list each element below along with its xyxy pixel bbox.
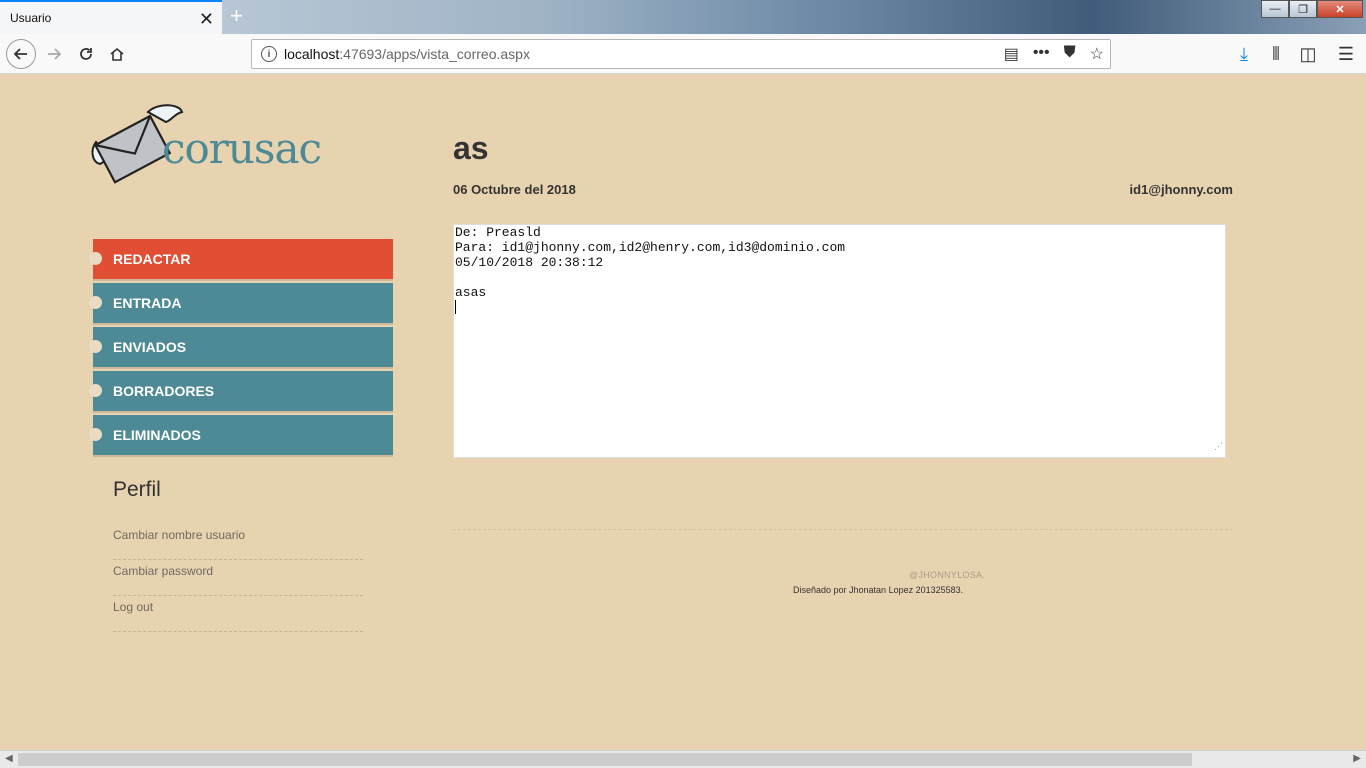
message-to-line: Para: id1@jhonny.com,id2@henry.com,id3@d… [455, 240, 846, 255]
tab-bar: Usuario ✕ + — ❐ ✕ [0, 0, 1366, 34]
url-host: localhost [284, 46, 340, 62]
minimize-icon[interactable]: — [1261, 0, 1289, 18]
menu-bullet [89, 428, 102, 441]
library-icon[interactable]: ⫴ [1264, 42, 1288, 66]
text-caret [455, 300, 456, 314]
menu-bullet [89, 296, 102, 309]
menu-bullet [89, 340, 102, 353]
info-icon[interactable]: i [261, 46, 277, 62]
change-password-link[interactable]: Cambiar password [113, 560, 363, 596]
text-caret-line [455, 300, 1224, 315]
menu-item-redactar[interactable]: REDACTAR [89, 239, 393, 279]
window-controls: — ❐ ✕ [1261, 0, 1363, 20]
menu-item-borradores[interactable]: BORRADORES [89, 371, 393, 411]
forward-arrow-icon[interactable] [42, 42, 66, 66]
footer-handle: @JHONNYLOSA. [909, 570, 986, 580]
message-from-line: De: Preasld [455, 225, 541, 240]
url-path: :47693/apps/vista_correo.aspx [339, 46, 530, 62]
message-subject: as [453, 130, 489, 166]
resize-grip-icon[interactable]: ⋰ [1214, 440, 1223, 455]
menu-item-enviados[interactable]: ENVIADOS [89, 327, 393, 367]
change-username-link[interactable]: Cambiar nombre usuario [113, 524, 363, 560]
new-tab-icon[interactable]: + [230, 3, 243, 29]
message-body-textarea[interactable]: De: Preasld Para: id1@jhonny.com,id2@hen… [453, 224, 1226, 458]
menu-item-label: ENTRADA [113, 295, 182, 311]
tab-title: Usuario [10, 11, 52, 25]
sidebar-icon[interactable]: ◫ [1296, 42, 1320, 66]
download-icon[interactable]: ⤓ [1232, 42, 1256, 66]
more-actions-icon[interactable]: ••• [1033, 44, 1050, 64]
footer-credit: Diseñado por Jhonatan Lopez 201325583. [793, 585, 964, 595]
footer-divider [453, 529, 1233, 530]
menu-bullet [89, 384, 102, 397]
url-bar[interactable]: i localhost:47693/apps/vista_correo.aspx… [251, 39, 1111, 69]
brand-name: corusac [162, 124, 322, 173]
menu-item-label: ELIMINADOS [113, 427, 201, 443]
message-text-line: asas [455, 285, 487, 300]
window-close-icon[interactable]: ✕ [1317, 0, 1363, 18]
menu-item-label: REDACTAR [113, 251, 191, 267]
scroll-right-icon[interactable]: ▶ [1353, 753, 1361, 764]
restore-icon[interactable]: ❐ [1289, 0, 1317, 18]
account-email: id1@jhonny.com [1129, 182, 1233, 197]
menu-bullet [89, 252, 102, 265]
browser-tab[interactable]: Usuario ✕ [0, 0, 222, 34]
menu-hamburger-icon[interactable]: ☰ [1334, 42, 1358, 66]
scroll-left-icon[interactable]: ◀ [5, 753, 13, 764]
logout-link[interactable]: Log out [113, 596, 363, 632]
url-actions: ▤ ••• ⛊ ☆ [1004, 44, 1104, 64]
horizontal-scrollbar[interactable]: ◀ ▶ [0, 750, 1366, 768]
message-date: 06 Octubre del 2018 [453, 182, 576, 197]
home-icon[interactable] [105, 42, 129, 66]
bookmark-star-icon[interactable]: ☆ [1090, 44, 1104, 64]
sidebar-menu: REDACTAR ENTRADA ENVIADOS BORRADORES ELI… [89, 239, 393, 459]
menu-item-label: BORRADORES [113, 383, 215, 399]
reader-view-icon[interactable]: ▤ [1004, 44, 1019, 64]
tab-close-icon[interactable]: ✕ [199, 9, 214, 30]
message-timestamp-line: 05/10/2018 20:38:12 [455, 255, 604, 270]
menu-item-label: ENVIADOS [113, 339, 187, 355]
profile-section: Perfil Cambiar nombre usuario Cambiar pa… [113, 478, 363, 632]
scrollbar-thumb[interactable] [18, 753, 1192, 766]
menu-item-entrada[interactable]: ENTRADA [89, 283, 393, 323]
profile-title: Perfil [113, 478, 161, 501]
menu-item-eliminados[interactable]: ELIMINADOS [89, 415, 393, 455]
back-arrow-icon[interactable] [6, 39, 36, 69]
pocket-icon[interactable]: ⛊ [1064, 44, 1076, 64]
navigation-bar: i localhost:47693/apps/vista_correo.aspx… [0, 34, 1366, 74]
reload-icon[interactable] [74, 42, 98, 66]
